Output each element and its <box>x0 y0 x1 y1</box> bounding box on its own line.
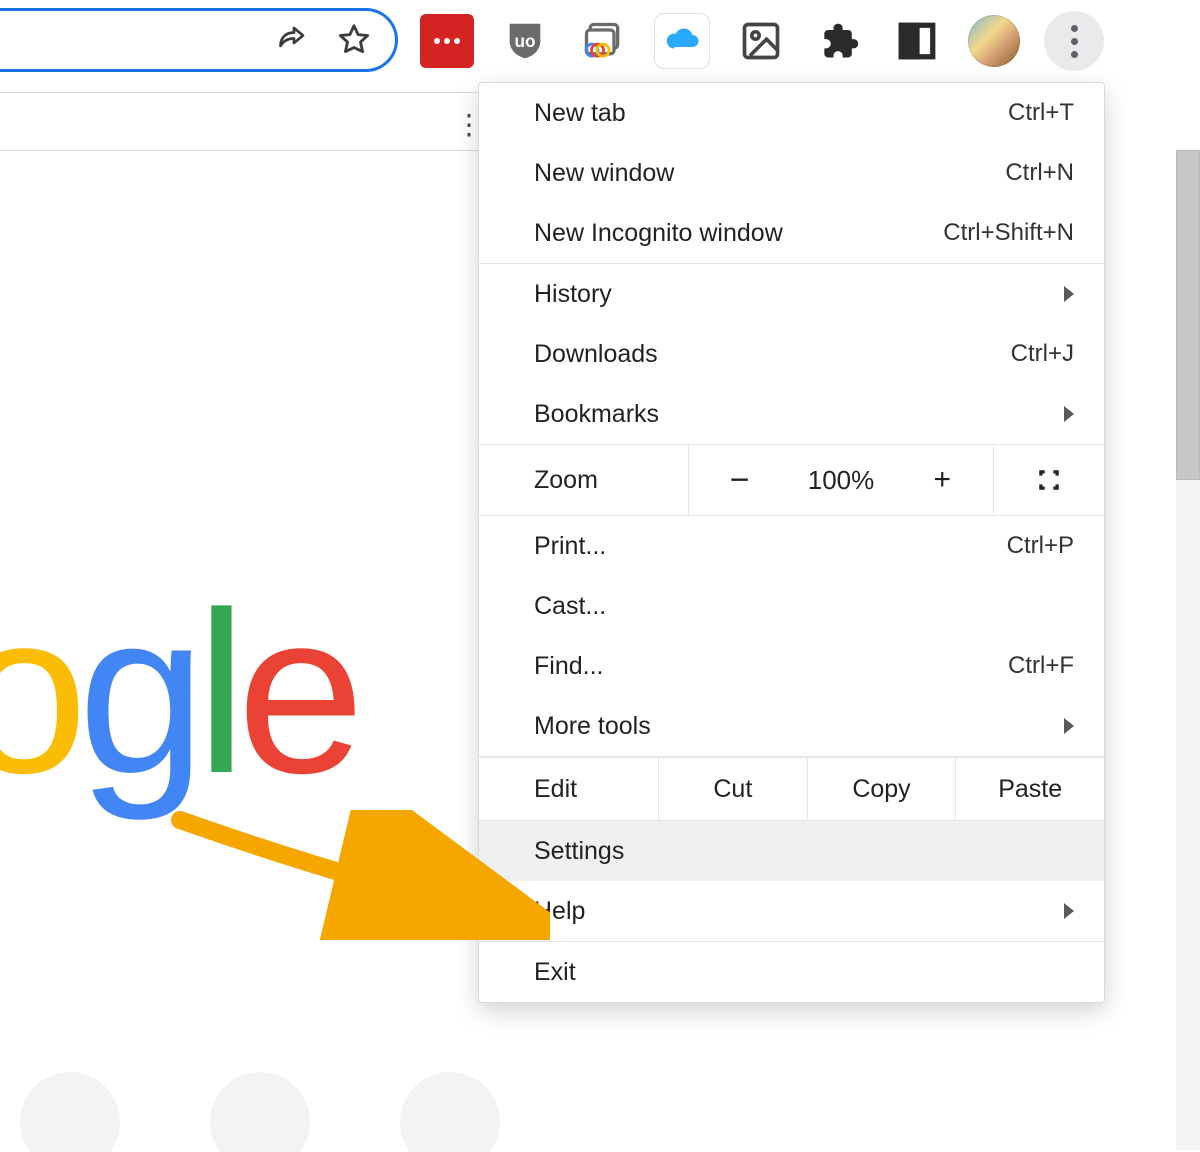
menu-item-bookmarks[interactable]: Bookmarks <box>479 384 1104 444</box>
menu-item-print[interactable]: Print... Ctrl+P <box>479 516 1104 576</box>
browser-toolbar: uo <box>420 10 1104 72</box>
menu-label: Find... <box>534 652 603 681</box>
menu-label: New window <box>534 159 674 188</box>
extensions-puzzle-icon[interactable] <box>812 14 866 68</box>
logo-letter: e <box>237 564 355 821</box>
menu-item-exit[interactable]: Exit <box>479 942 1104 1002</box>
menu-shortcut: Ctrl+P <box>1007 532 1074 560</box>
menu-label: Cast... <box>534 592 606 621</box>
share-icon[interactable] <box>273 22 309 58</box>
submenu-caret-icon <box>1064 286 1074 302</box>
cloud-extension-icon[interactable] <box>654 13 710 69</box>
menu-item-help[interactable]: Help <box>479 881 1104 941</box>
side-panel-icon[interactable] <box>890 14 944 68</box>
menu-label: Downloads <box>534 340 658 369</box>
menu-label: New Incognito window <box>534 219 783 248</box>
menu-item-downloads[interactable]: Downloads Ctrl+J <box>479 324 1104 384</box>
menu-shortcut: Ctrl+F <box>1008 652 1074 680</box>
menu-label: Bookmarks <box>534 400 659 429</box>
logo-letter: l <box>196 564 237 821</box>
menu-shortcut: Ctrl+J <box>1011 340 1074 368</box>
menu-item-edit: Edit Cut Copy Paste <box>479 757 1104 821</box>
lastpass-extension-icon[interactable] <box>420 14 474 68</box>
menu-label: Print... <box>534 532 606 561</box>
edit-cut-button[interactable]: Cut <box>659 758 808 820</box>
menu-item-find[interactable]: Find... Ctrl+F <box>479 636 1104 696</box>
svg-text:uo: uo <box>514 31 535 51</box>
menu-shortcut: Ctrl+N <box>1005 159 1074 187</box>
menu-label: Settings <box>534 837 624 866</box>
image-extension-icon[interactable] <box>734 14 788 68</box>
sessions-extension-icon[interactable] <box>576 14 630 68</box>
menu-item-new-window[interactable]: New window Ctrl+N <box>479 143 1104 203</box>
fullscreen-button[interactable] <box>993 445 1104 515</box>
star-icon[interactable] <box>335 21 373 59</box>
zoom-in-button[interactable]: + <box>892 445 993 515</box>
menu-label: History <box>534 280 612 309</box>
menu-item-incognito[interactable]: New Incognito window Ctrl+Shift+N <box>479 203 1104 263</box>
zoom-value: 100% <box>790 445 891 515</box>
chrome-menu: New tab Ctrl+T New window Ctrl+N New Inc… <box>478 82 1105 1003</box>
menu-shortcut: Ctrl+T <box>1008 99 1074 127</box>
shortcut-tiles <box>20 1072 500 1152</box>
menu-label: Help <box>534 897 585 926</box>
ublock-extension-icon[interactable]: uo <box>498 14 552 68</box>
menu-item-zoom: Zoom − 100% + <box>479 445 1104 516</box>
profile-avatar[interactable] <box>968 15 1020 67</box>
zoom-out-button[interactable]: − <box>689 445 790 515</box>
toolbar-divider <box>0 92 480 93</box>
bookmarks-divider <box>0 150 480 151</box>
scrollbar-thumb[interactable] <box>1176 150 1200 480</box>
more-menu-button[interactable] <box>1044 11 1104 71</box>
submenu-caret-icon <box>1064 718 1074 734</box>
google-logo: ogle <box>0 560 355 825</box>
submenu-caret-icon <box>1064 903 1074 919</box>
menu-item-new-tab[interactable]: New tab Ctrl+T <box>479 83 1104 143</box>
address-bar[interactable] <box>0 8 398 72</box>
edit-copy-button[interactable]: Copy <box>808 758 957 820</box>
menu-item-settings[interactable]: Settings <box>479 821 1104 881</box>
menu-item-more-tools[interactable]: More tools <box>479 696 1104 756</box>
submenu-caret-icon <box>1064 406 1074 422</box>
logo-letter: o <box>0 564 78 821</box>
menu-label: More tools <box>534 712 651 741</box>
edit-paste-button[interactable]: Paste <box>956 758 1104 820</box>
zoom-label: Zoom <box>479 445 689 515</box>
edit-label: Edit <box>479 758 659 820</box>
menu-item-history[interactable]: History <box>479 264 1104 324</box>
logo-letter: g <box>78 564 196 821</box>
menu-label: New tab <box>534 99 626 128</box>
menu-label: Exit <box>534 958 576 987</box>
menu-item-cast[interactable]: Cast... <box>479 576 1104 636</box>
menu-shortcut: Ctrl+Shift+N <box>943 219 1074 247</box>
